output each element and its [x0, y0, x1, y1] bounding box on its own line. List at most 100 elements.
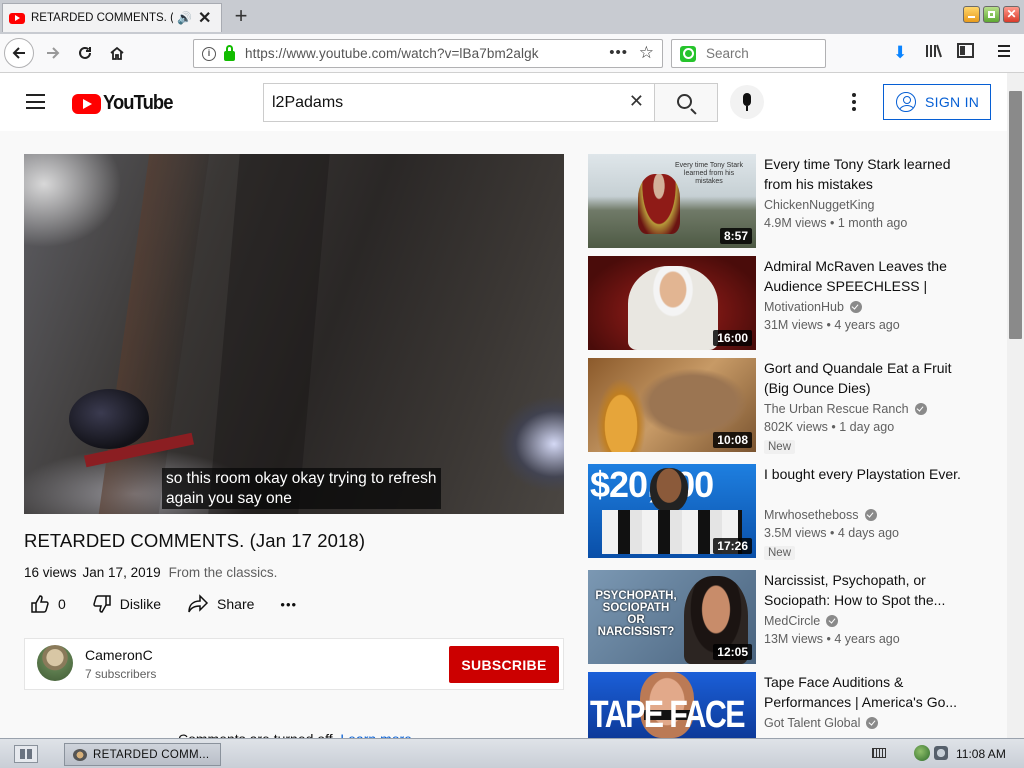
video-description[interactable]: From the classics. — [169, 565, 278, 580]
youtube-search-input[interactable]: l2Padams ✕ — [263, 83, 655, 122]
related-stats: 3.5M views • 4 days ago — [764, 526, 899, 540]
youtube-logo-icon — [72, 93, 101, 114]
url-bar[interactable]: i https://www.youtube.com/watch?v=lBa7bm… — [193, 39, 663, 68]
related-video[interactable]: 10:08 Gort and Quandale Eat a Fruit (Big… — [588, 358, 988, 454]
subscribe-button[interactable]: SUBSCRIBE — [449, 646, 559, 683]
clear-search-icon[interactable]: ✕ — [629, 91, 644, 112]
new-tab-button[interactable]: + — [228, 3, 254, 29]
video-title: RETARDED COMMENTS. (Jan 17 2018) — [24, 530, 366, 551]
tab-close-icon[interactable]: ✕ — [198, 8, 211, 28]
video-player[interactable]: so this room okay okay trying to refresh… — [24, 154, 564, 514]
download-icon[interactable]: ⬇ — [893, 43, 907, 63]
clock[interactable]: 11:08 AM — [956, 747, 1006, 761]
minimize-window-button[interactable] — [963, 6, 980, 23]
channel-bar: CameronC 7 subscribers SUBSCRIBE — [24, 638, 564, 690]
keyboard-icon[interactable] — [872, 748, 886, 758]
related-video-title[interactable]: I bought every Playstation Ever. — [764, 464, 969, 484]
library-icon[interactable] — [925, 43, 942, 64]
video-frame-detail — [69, 389, 149, 449]
video-actions: 0 Dislike Share ••• — [30, 594, 323, 614]
forward-button[interactable] — [38, 38, 68, 68]
related-video-title[interactable]: Gort and Quandale Eat a Fruit (Big Ounce… — [764, 358, 969, 398]
menu-icon[interactable] — [997, 43, 1011, 63]
related-video[interactable]: 16:00 Admiral McRaven Leaves the Audienc… — [588, 256, 988, 350]
home-button[interactable] — [102, 38, 132, 68]
related-video[interactable]: Every time Tony Stark learned from his m… — [588, 154, 988, 248]
related-channel[interactable]: MotivationHub — [764, 300, 862, 314]
page-scrollbar[interactable] — [1007, 73, 1024, 738]
related-channel-name: Got Talent Global — [764, 716, 861, 730]
info-icon[interactable]: i — [202, 46, 216, 61]
related-stats: 802K views • 1 day ago — [764, 420, 895, 434]
sign-in-button[interactable]: SIGN IN — [883, 84, 991, 120]
related-video-title[interactable]: Tape Face Auditions & Performances | Ame… — [764, 672, 969, 712]
related-video[interactable]: PSYCHOPATH, SOCIOPATH OR NARCISSIST? 12:… — [588, 570, 988, 664]
browser-tab[interactable]: RETARDED COMMENTS. (Jan 17 2018) - YouTu… — [2, 3, 222, 32]
related-video-title[interactable]: Admiral McRaven Leaves the Audience SPEE… — [764, 256, 969, 296]
youtube-logo[interactable]: YouTube — [72, 92, 179, 115]
search-button[interactable] — [654, 83, 718, 122]
tab-title: RETARDED COMMENTS. (Jan 17 2018) - YouTu… — [31, 12, 173, 24]
channel-name[interactable]: CameronC — [85, 647, 153, 663]
thumbs-up-icon — [31, 595, 49, 613]
closed-caption: so this room okay okay trying to refresh… — [162, 468, 441, 509]
related-video[interactable]: $20,000 17:26 I bought every Playstation… — [588, 464, 988, 560]
related-channel-name: Mrwhosetheboss — [764, 508, 859, 522]
search-engine-icon — [680, 45, 696, 62]
taskbar-window-label: RETARDED COMM... — [93, 748, 210, 761]
bookmark-star-icon[interactable]: ☆ — [639, 43, 654, 63]
scrollbar-thumb[interactable] — [1009, 91, 1022, 339]
guide-menu-icon[interactable] — [26, 94, 45, 109]
related-video[interactable]: TAPE FACE Tape Face Auditions & Performa… — [588, 672, 988, 738]
thumbs-down-icon — [93, 595, 111, 613]
more-actions-button[interactable]: ••• — [280, 597, 297, 612]
speaker-icon[interactable]: 🔊 — [177, 11, 192, 25]
related-channel[interactable]: The Urban Rescue Ranch — [764, 402, 927, 416]
browser-search-bar[interactable]: Search — [671, 39, 826, 68]
window-controls — [963, 6, 1020, 23]
like-button[interactable]: 0 — [30, 594, 66, 614]
video-thumbnail[interactable]: 10:08 — [588, 358, 756, 452]
page-actions-button[interactable]: ••• — [609, 44, 628, 61]
related-stats: 31M views • 4 years ago — [764, 318, 900, 332]
sidebar-icon[interactable] — [957, 43, 974, 63]
settings-more-icon[interactable] — [852, 93, 856, 111]
maximize-window-button[interactable] — [983, 6, 1000, 23]
youtube-favicon-icon — [9, 12, 25, 24]
video-thumbnail[interactable]: TAPE FACE — [588, 672, 756, 738]
related-channel[interactable]: ChickenNuggetKing — [764, 198, 875, 212]
related-video-title[interactable]: Narcissist, Psychopath, or Sociopath: Ho… — [764, 570, 969, 610]
related-channel[interactable]: MedCircle — [764, 614, 839, 628]
video-thumbnail[interactable]: Every time Tony Stark learned from his m… — [588, 154, 756, 248]
voice-search-icon[interactable] — [730, 85, 764, 119]
browser-tab-strip: RETARDED COMMENTS. (Jan 17 2018) - YouTu… — [0, 0, 1024, 34]
related-channel-name: MotivationHub — [764, 300, 844, 314]
close-window-button[interactable] — [1003, 6, 1020, 23]
taskbar-window-button[interactable]: RETARDED COMM... — [64, 743, 221, 766]
reload-button[interactable] — [70, 38, 100, 68]
related-channel-name: ChickenNuggetKing — [764, 198, 875, 212]
browser-nav-bar: i https://www.youtube.com/watch?v=lBa7bm… — [0, 34, 1024, 73]
video-duration: 16:00 — [713, 330, 752, 346]
related-channel-name: MedCircle — [764, 614, 821, 628]
thumbnail-text: PSYCHOPATH, SOCIOPATH OR NARCISSIST? — [595, 590, 677, 638]
share-button[interactable]: Share — [187, 594, 254, 614]
volume-icon[interactable] — [934, 746, 948, 760]
dislike-button[interactable]: Dislike — [92, 594, 161, 614]
back-button[interactable] — [4, 38, 34, 68]
channel-avatar[interactable] — [37, 645, 73, 681]
back-arrow-icon — [12, 47, 25, 59]
verified-check-icon — [826, 615, 839, 627]
related-video-title[interactable]: Every time Tony Stark learned from his m… — [764, 154, 969, 194]
start-menu-icon[interactable] — [14, 745, 38, 763]
url-text[interactable]: https://www.youtube.com/watch?v=lBa7bm2a… — [245, 46, 539, 61]
video-thumbnail[interactable]: 16:00 — [588, 256, 756, 350]
network-icon[interactable] — [914, 745, 930, 761]
related-channel[interactable]: Mrwhosetheboss — [764, 508, 877, 522]
thumbnail-figure — [628, 266, 718, 350]
video-thumbnail[interactable]: $20,000 17:26 — [588, 464, 756, 558]
related-channel[interactable]: Got Talent Global — [764, 716, 879, 730]
os-taskbar: RETARDED COMM... 11:08 AM — [0, 738, 1024, 768]
video-thumbnail[interactable]: PSYCHOPATH, SOCIOPATH OR NARCISSIST? 12:… — [588, 570, 756, 664]
thumbnail-figure — [638, 368, 748, 438]
